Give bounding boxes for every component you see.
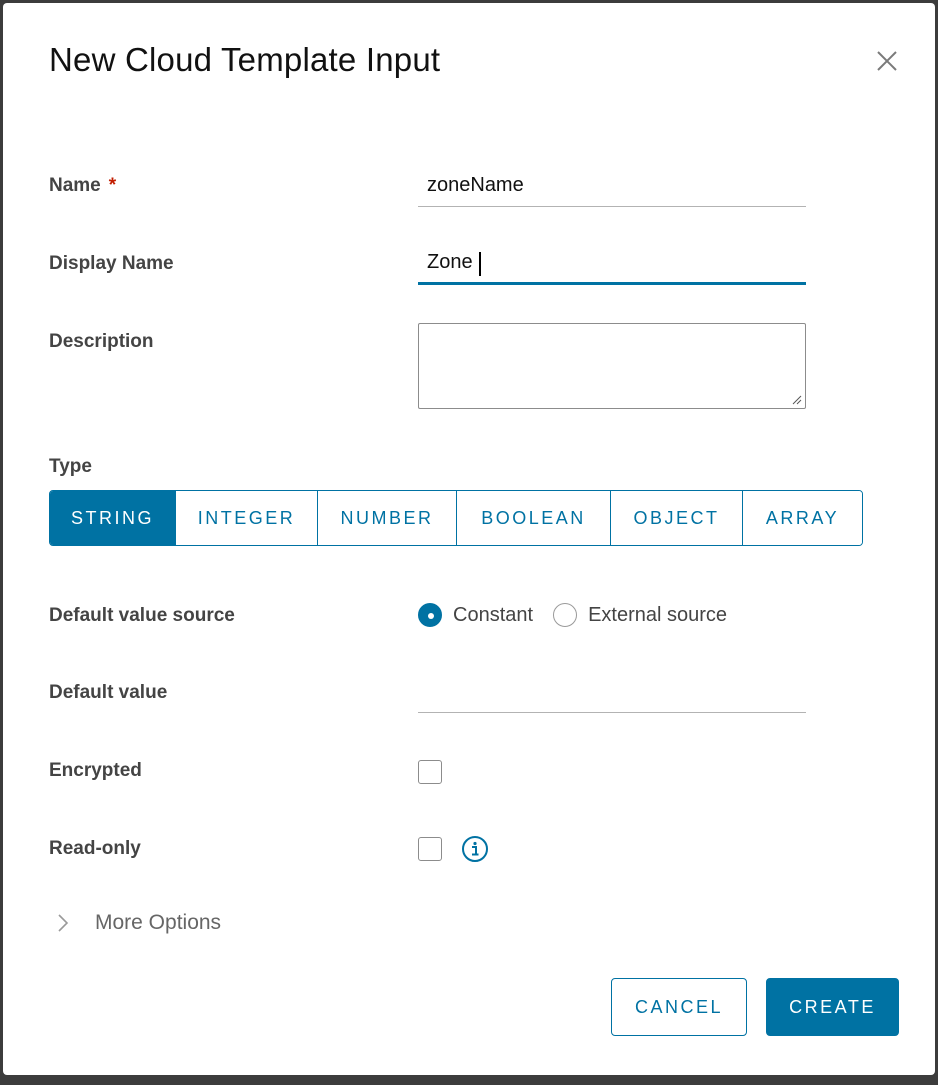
type-label: Type <box>49 456 92 477</box>
radio-constant-circle[interactable] <box>418 603 442 627</box>
create-button[interactable]: CREATE <box>766 978 899 1036</box>
type-option-string[interactable]: STRING <box>50 491 176 545</box>
radio-constant-label: Constant <box>453 603 534 626</box>
name-label-text: Name <box>49 175 101 196</box>
radio-external-source[interactable]: External source <box>553 603 747 627</box>
default-value-input[interactable] <box>418 679 806 713</box>
radio-external-source-circle[interactable] <box>553 603 578 627</box>
type-option-object[interactable]: OBJECT <box>611 491 743 545</box>
more-options-label: More Options <box>95 911 222 934</box>
more-options-toggle[interactable]: More Options <box>57 911 221 935</box>
type-option-number[interactable]: NUMBER <box>318 491 457 545</box>
type-segmented-control: STRING INTEGER NUMBER BOOLEAN OBJECT ARR… <box>49 490 863 546</box>
resize-grip-icon[interactable] <box>790 393 802 405</box>
default-value-label: Default value <box>49 682 168 703</box>
name-input[interactable] <box>418 173 806 207</box>
default-value-source-radio-group: Constant External source <box>418 603 747 627</box>
radio-constant[interactable]: Constant <box>418 603 553 627</box>
read-only-checkbox[interactable] <box>418 837 442 861</box>
read-only-label: Read-only <box>49 838 141 859</box>
display-name-input[interactable] <box>418 251 806 285</box>
description-label: Description <box>49 331 154 352</box>
text-cursor <box>479 252 481 276</box>
encrypted-label: Encrypted <box>49 760 142 781</box>
description-textarea[interactable] <box>418 323 806 409</box>
cancel-button[interactable]: CANCEL <box>611 978 747 1036</box>
name-label: Name * <box>49 175 116 197</box>
radio-external-source-label: External source <box>588 603 728 626</box>
type-option-array[interactable]: ARRAY <box>743 491 862 545</box>
close-icon <box>877 51 897 71</box>
default-value-source-label: Default value source <box>49 605 235 626</box>
required-marker: * <box>108 175 117 196</box>
chevron-right-icon <box>58 914 69 932</box>
display-name-label: Display Name <box>49 253 174 274</box>
encrypted-checkbox[interactable] <box>418 760 442 784</box>
info-icon[interactable] <box>461 835 489 863</box>
close-button[interactable] <box>875 49 899 73</box>
type-option-boolean[interactable]: BOOLEAN <box>457 491 611 545</box>
type-option-integer[interactable]: INTEGER <box>176 491 318 545</box>
dialog-title: New Cloud Template Input <box>49 41 441 78</box>
new-cloud-template-input-dialog: New Cloud Template Input Name * Display N… <box>3 3 935 1075</box>
